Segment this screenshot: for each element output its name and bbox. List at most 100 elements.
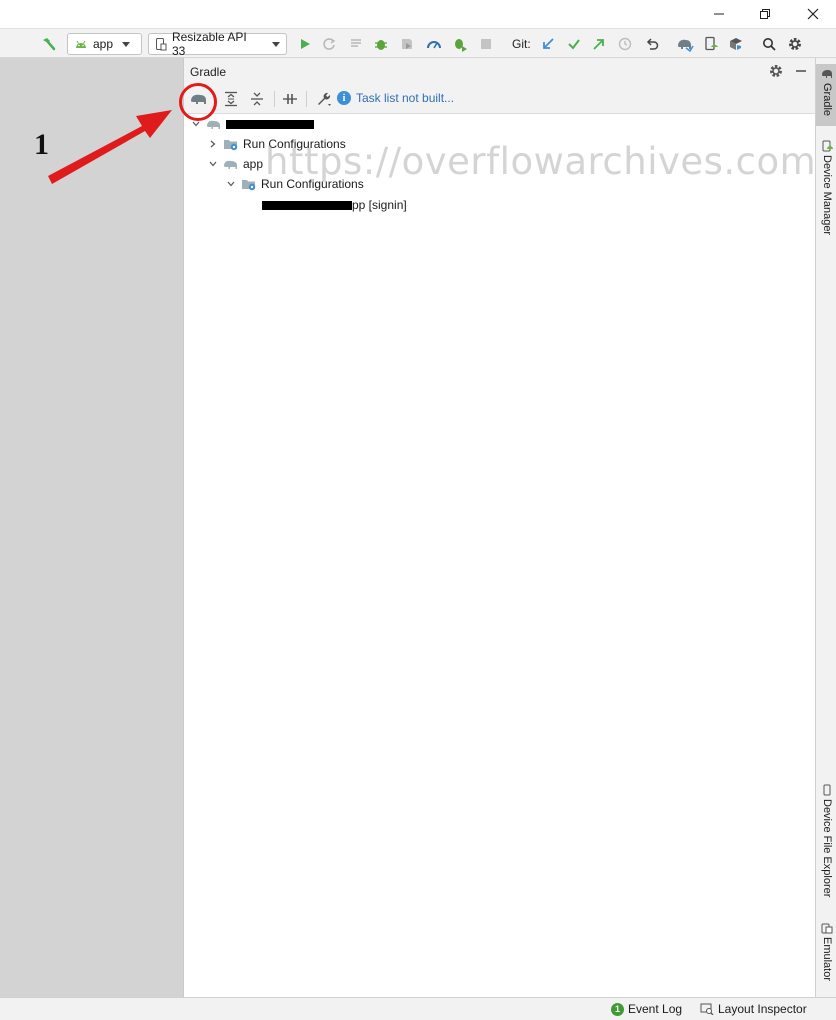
toolbar-separator bbox=[306, 91, 307, 107]
chevron-down-icon bbox=[225, 178, 237, 190]
chevron-down-icon bbox=[122, 41, 131, 47]
tab-device-manager[interactable]: Device Manager bbox=[816, 140, 836, 235]
wrench-icon bbox=[318, 92, 331, 106]
device-manager-icon bbox=[822, 140, 833, 152]
gradle-tool-window: Gradle i Task list not built... Run Conf… bbox=[183, 58, 816, 997]
module-selector-value: app bbox=[93, 37, 114, 51]
expand-all-icon bbox=[225, 91, 237, 107]
apply-changes-icon bbox=[323, 38, 336, 50]
profile-button[interactable] bbox=[424, 34, 444, 54]
device-selector-value: Resizable API 33 bbox=[171, 30, 247, 58]
layout-inspector-label: Layout Inspector bbox=[718, 1002, 807, 1016]
git-history-button[interactable] bbox=[615, 34, 635, 54]
restore-button[interactable] bbox=[742, 0, 788, 28]
tab-label: Emulator bbox=[821, 937, 833, 982]
apply-code-changes-button[interactable] bbox=[346, 34, 366, 54]
tab-label: Device File Explorer bbox=[821, 799, 833, 898]
build-button[interactable] bbox=[38, 34, 58, 54]
annotation-number: 1 bbox=[34, 128, 49, 161]
main-toolbar: app Resizable API 33 Git: bbox=[0, 28, 836, 58]
android-icon bbox=[76, 40, 86, 48]
run-button[interactable] bbox=[295, 34, 315, 54]
gear-icon bbox=[770, 65, 782, 77]
bug-icon bbox=[375, 40, 387, 50]
stop-button[interactable] bbox=[476, 34, 496, 54]
sdk-manager-button[interactable] bbox=[726, 34, 746, 54]
offline-mode-icon bbox=[283, 94, 297, 104]
elephant-sync-icon bbox=[678, 39, 694, 52]
close-icon bbox=[807, 8, 819, 20]
gradle-title: Gradle bbox=[190, 65, 227, 79]
debug-button[interactable] bbox=[371, 34, 391, 54]
elephant-icon bbox=[207, 120, 220, 129]
module-selector[interactable]: app bbox=[67, 33, 142, 55]
minimize-button[interactable] bbox=[696, 0, 742, 28]
chevron-right-icon bbox=[207, 138, 219, 150]
build-tool-settings-button[interactable] bbox=[314, 89, 334, 109]
git-push-button[interactable] bbox=[589, 34, 609, 54]
gradle-toolbar: i Task list not built... bbox=[184, 84, 816, 114]
redacted-project-name bbox=[226, 119, 314, 129]
elephant-icon bbox=[821, 70, 832, 78]
status-bar: 1 Event Log Layout Inspector bbox=[0, 997, 836, 1020]
git-rollback-button[interactable] bbox=[642, 34, 662, 54]
tree-item-label: pp [signin] bbox=[352, 198, 407, 212]
attach-debugger-button[interactable] bbox=[450, 34, 470, 54]
run-with-coverage-button[interactable] bbox=[397, 34, 417, 54]
minimize-icon bbox=[714, 13, 724, 15]
info-icon: i bbox=[337, 91, 351, 105]
highlight-circle bbox=[179, 83, 217, 121]
right-tool-stripe: Gradle Device Manager Device File Explor… bbox=[815, 58, 836, 997]
expand-all-button[interactable] bbox=[221, 89, 241, 109]
search-button[interactable] bbox=[759, 34, 779, 54]
task-list-info: i Task list not built... bbox=[337, 91, 454, 105]
task-list-not-built-link[interactable]: Task list not built... bbox=[356, 91, 454, 105]
device-selector[interactable]: Resizable API 33 bbox=[148, 30, 287, 58]
tab-gradle[interactable]: Gradle bbox=[816, 64, 836, 126]
device-icon bbox=[156, 38, 167, 51]
chevron-down-icon bbox=[207, 158, 219, 170]
gradle-hide-button[interactable] bbox=[794, 63, 810, 79]
close-button[interactable] bbox=[790, 0, 836, 28]
clock-icon bbox=[618, 37, 632, 51]
device-manager-button[interactable] bbox=[701, 34, 721, 54]
event-log-button[interactable]: 1 Event Log bbox=[611, 1002, 682, 1016]
arrow-down-left-icon bbox=[543, 38, 554, 49]
toggle-offline-mode-button[interactable] bbox=[280, 89, 300, 109]
elephant-icon bbox=[224, 160, 237, 169]
stop-icon bbox=[481, 39, 491, 49]
collapse-all-button[interactable] bbox=[247, 89, 267, 109]
run-configurations-folder-icon bbox=[224, 140, 238, 151]
profiler-gauge-icon bbox=[427, 41, 441, 49]
device-manager-icon bbox=[705, 36, 718, 51]
apply-changes-button[interactable] bbox=[319, 34, 339, 54]
layout-inspector-button[interactable]: Layout Inspector bbox=[700, 1002, 807, 1016]
gradle-settings-button[interactable] bbox=[768, 63, 784, 79]
apply-code-changes-icon bbox=[351, 39, 361, 47]
restore-icon bbox=[760, 9, 770, 19]
watermark: https://overflowarchives.com bbox=[265, 140, 817, 183]
attach-debugger-icon bbox=[455, 39, 467, 52]
settings-button[interactable] bbox=[785, 34, 805, 54]
git-update-button[interactable] bbox=[538, 34, 558, 54]
tab-device-file-explorer[interactable]: Device File Explorer bbox=[816, 784, 836, 897]
emulator-icon bbox=[821, 923, 832, 934]
editor-empty-area bbox=[0, 58, 183, 997]
git-commit-button[interactable] bbox=[564, 34, 584, 54]
event-log-label: Event Log bbox=[628, 1002, 683, 1016]
sync-gradle-button[interactable] bbox=[674, 34, 696, 54]
tree-item-app[interactable]: app bbox=[207, 154, 263, 174]
search-icon bbox=[763, 38, 776, 51]
tab-label: Device Manager bbox=[821, 155, 833, 236]
checkmark-icon bbox=[568, 39, 580, 50]
sdk-manager-icon bbox=[730, 38, 742, 50]
minimize-icon bbox=[796, 70, 806, 72]
tree-item-signin-config[interactable]: pp [signin] bbox=[262, 195, 407, 215]
toolbar-separator bbox=[274, 91, 275, 107]
gear-icon bbox=[789, 38, 801, 50]
redacted-config-name bbox=[262, 200, 352, 210]
gradle-header: Gradle bbox=[184, 58, 816, 84]
title-bar bbox=[0, 0, 836, 28]
tab-emulator[interactable]: Emulator bbox=[816, 922, 836, 981]
git-label: Git: bbox=[512, 37, 531, 51]
